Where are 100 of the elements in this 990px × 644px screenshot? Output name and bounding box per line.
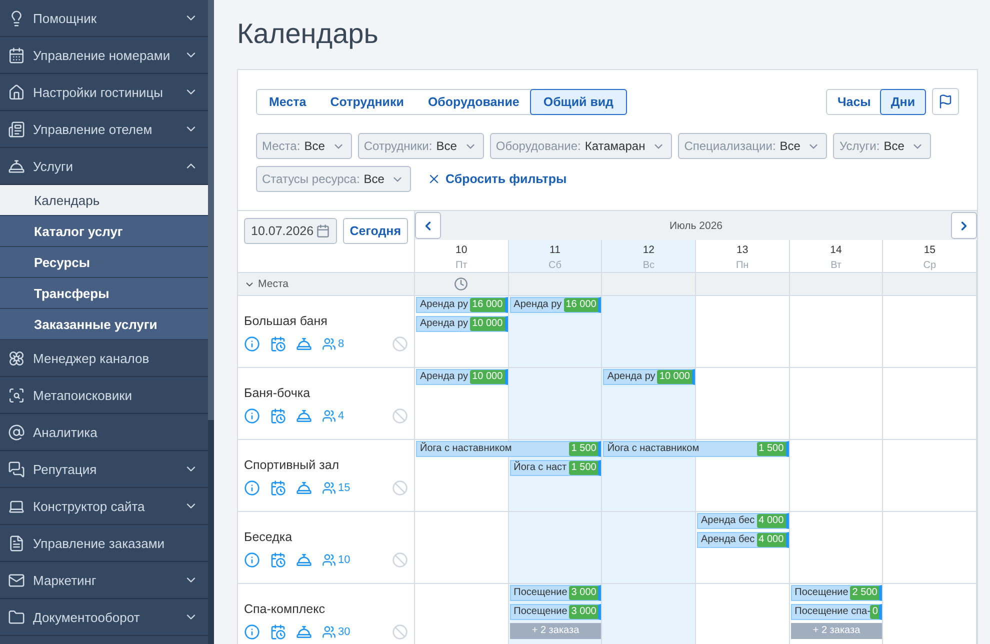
concierge-bell-icon — [8, 158, 25, 174]
concierge-bell-icon[interactable] — [296, 480, 312, 496]
booking-price: 3 000 — [569, 605, 598, 619]
booking-bar[interactable]: Йога с наставником 1 500 — [603, 441, 789, 457]
calendar-icon[interactable] — [270, 408, 286, 424]
booking-price: 10 000 — [470, 370, 505, 384]
calendar-icon[interactable] — [270, 480, 286, 496]
filter-dropdown[interactable]: Сотрудники: Все — [358, 133, 484, 159]
booking-title: Аренда бес — [700, 514, 756, 528]
info-icon[interactable] — [244, 624, 260, 640]
booking-price: 1 500 — [756, 442, 786, 456]
users-icon — [322, 625, 336, 639]
booking-price: 4 000 — [756, 533, 786, 547]
booking-bar[interactable]: Йога с наст 1 500 — [510, 460, 602, 476]
filter-dropdown[interactable]: Оборудование: Катамаран — [490, 133, 672, 159]
users-icon — [322, 409, 336, 423]
at-sign-icon — [8, 424, 25, 440]
submenu-item[interactable]: Каталог услуг — [0, 216, 208, 247]
booking-price: 0 — [870, 605, 880, 619]
calendar-icon[interactable] — [270, 552, 286, 568]
calendar-icon — [316, 224, 330, 238]
clock-icon — [454, 277, 468, 291]
day-number: 12 — [642, 244, 655, 256]
info-icon[interactable] — [244, 408, 260, 424]
capacity: 15 — [338, 482, 350, 494]
day-number: 11 — [550, 244, 560, 256]
calendar-icon[interactable] — [270, 624, 286, 640]
submenu-item[interactable]: Календарь — [0, 185, 208, 216]
booking-title: Посещение — [512, 605, 568, 619]
booking-price: 1 500 — [569, 461, 598, 475]
booking-price: 16 000 — [470, 298, 505, 312]
users-icon — [322, 553, 336, 567]
resource-name: Большая баня — [244, 314, 328, 328]
booking-bar[interactable]: Посещение спа- 0 — [790, 604, 882, 620]
filter-value: Все — [436, 139, 457, 153]
booking-bar[interactable]: Аренда ру 16 000 — [510, 297, 602, 313]
resource-name: Спа-комплекс — [244, 602, 326, 616]
submenu-item[interactable]: Трансферы — [0, 278, 208, 309]
scale-tab[interactable]: Дни — [880, 88, 926, 114]
view-tab[interactable]: Сотрудники — [317, 88, 417, 114]
capacity: 8 — [338, 338, 344, 350]
filter-value: Все — [884, 139, 904, 153]
concierge-bell-icon[interactable] — [296, 624, 312, 640]
flag-icon — [938, 94, 953, 109]
calendar-icon[interactable] — [270, 336, 286, 352]
booking-bar[interactable]: Аренда бес 4 000 — [697, 532, 789, 548]
search-icon — [8, 386, 25, 404]
booking-bar[interactable]: Аренда ру 16 000 — [416, 297, 508, 313]
date-field[interactable]: 10.07.2026 — [244, 218, 337, 244]
previous-button[interactable] — [415, 212, 441, 239]
next-button[interactable] — [950, 212, 977, 239]
booking-price: 10 000 — [470, 317, 505, 331]
folder-icon — [8, 608, 25, 626]
booking-price: 1 500 — [569, 442, 598, 456]
filter-dropdown[interactable]: Услуги: Все — [833, 133, 932, 159]
booking-price: 4 000 — [756, 514, 786, 528]
filter-value: Все — [780, 139, 800, 153]
filter-dropdown[interactable]: Специализации: Все — [678, 133, 828, 159]
capacity: 10 — [338, 554, 350, 566]
booking-price: 2 500 — [850, 586, 880, 600]
day-number: 10 — [455, 244, 468, 256]
house-icon — [8, 84, 25, 100]
info-icon[interactable] — [244, 552, 260, 568]
concierge-bell-icon[interactable] — [296, 408, 312, 424]
info-icon[interactable] — [244, 480, 260, 496]
info-icon[interactable] — [244, 336, 260, 352]
concierge-bell-icon[interactable] — [296, 552, 312, 568]
filter-label: Статусы ресурса: — [262, 172, 360, 186]
view-tab[interactable]: Оборудование — [414, 88, 532, 114]
weekday: Ср — [923, 260, 936, 271]
flag-button[interactable] — [932, 88, 959, 115]
document-icon — [8, 534, 25, 552]
view-tab[interactable]: Места — [256, 88, 320, 114]
booking-bar[interactable]: Йога с наставником 1 500 — [416, 441, 602, 457]
concierge-bell-icon[interactable] — [296, 336, 312, 352]
booking-bar[interactable]: Аренда бес 4 000 — [697, 513, 789, 529]
reset-filters-link[interactable]: Сбросить фильтры — [427, 172, 567, 186]
filter-dropdown[interactable]: Места: Все — [256, 133, 352, 159]
filter-label: Сотрудники: — [364, 139, 432, 153]
booking-bar[interactable]: Посещение 3 000 — [510, 604, 602, 620]
booking-price: 16 000 — [564, 298, 598, 312]
booking-bar[interactable]: Аренда ру 10 000 — [603, 369, 695, 385]
scale-tab[interactable]: Часы — [826, 88, 882, 114]
booking-title: Аренда ру — [606, 370, 656, 384]
booking-price: 10 000 — [657, 370, 692, 384]
submenu-item[interactable]: Ресурсы — [0, 247, 208, 278]
view-tab[interactable]: Общий вид — [530, 88, 626, 114]
scrollbar-thumb[interactable] — [208, 0, 214, 420]
submenu-item[interactable]: Заказанные услуги — [0, 309, 208, 340]
filter-dropdown[interactable]: Статусы ресурса: Все — [256, 166, 412, 192]
today-button[interactable]: Сегодня — [342, 218, 408, 244]
booking-bar[interactable]: Посещение 3 000 — [510, 585, 602, 601]
booking-title: Йога с наст — [512, 461, 568, 475]
booking-bar[interactable]: Аренда ру 10 000 — [416, 316, 508, 332]
resource-name: Спортивный зал — [244, 458, 340, 472]
booking-title: Аренда ру — [419, 298, 469, 312]
day-number: 13 — [736, 244, 748, 256]
weekday: Пт — [455, 260, 468, 271]
booking-bar[interactable]: Аренда ру 10 000 — [416, 369, 508, 385]
booking-bar[interactable]: Посещение 2 500 — [790, 585, 882, 601]
